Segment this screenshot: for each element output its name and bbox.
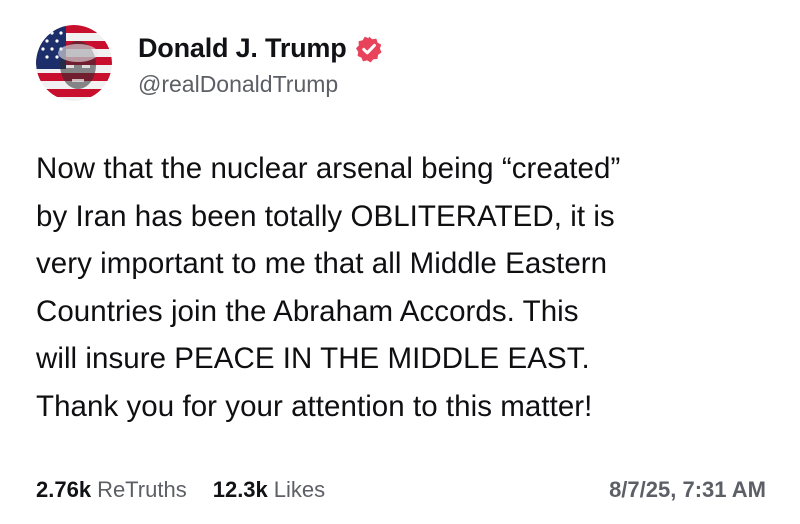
profile-avatar[interactable] (36, 25, 112, 101)
likes-stat[interactable]: 12.3k Likes (213, 477, 325, 503)
post-body-text: Now that the nuclear arsenal being “crea… (36, 152, 621, 423)
post-header: Donald J. Trump @realDonaldTrump (36, 22, 383, 104)
author-identity: Donald J. Trump @realDonaldTrump (138, 29, 383, 98)
likes-label: Likes (273, 477, 326, 502)
author-handle[interactable]: @realDonaldTrump (138, 71, 383, 98)
avatar-image (36, 25, 112, 101)
truth-post: Donald J. Trump @realDonaldTrump Now tha… (0, 0, 800, 524)
verified-badge-icon (355, 35, 383, 63)
retruths-label: ReTruths (97, 477, 187, 502)
retruths-stat[interactable]: 2.76k ReTruths (36, 477, 187, 503)
likes-count: 12.3k (212, 477, 268, 502)
post-footer: 2.76k ReTruths 12.3k Likes 8/7/25, 7:31 … (36, 474, 766, 506)
post-timestamp[interactable]: 8/7/25, 7:31 AM (609, 477, 766, 503)
author-display-name[interactable]: Donald J. Trump (138, 33, 347, 64)
retruths-count: 2.76k (36, 477, 92, 502)
name-row: Donald J. Trump (138, 29, 383, 69)
